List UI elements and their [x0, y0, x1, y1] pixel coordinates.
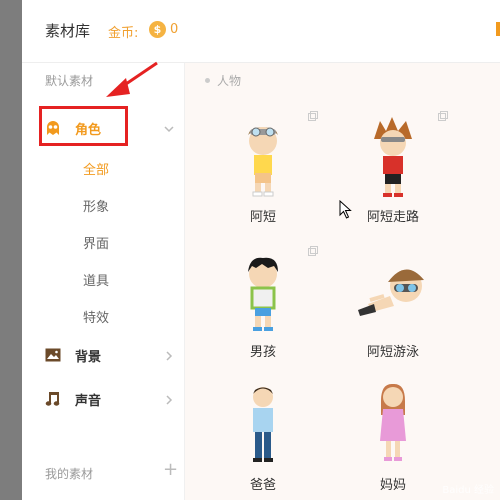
annotation-arrow-icon	[106, 61, 158, 97]
watermark: Baidu 经验	[442, 485, 494, 496]
mouse-cursor-icon	[339, 200, 352, 219]
